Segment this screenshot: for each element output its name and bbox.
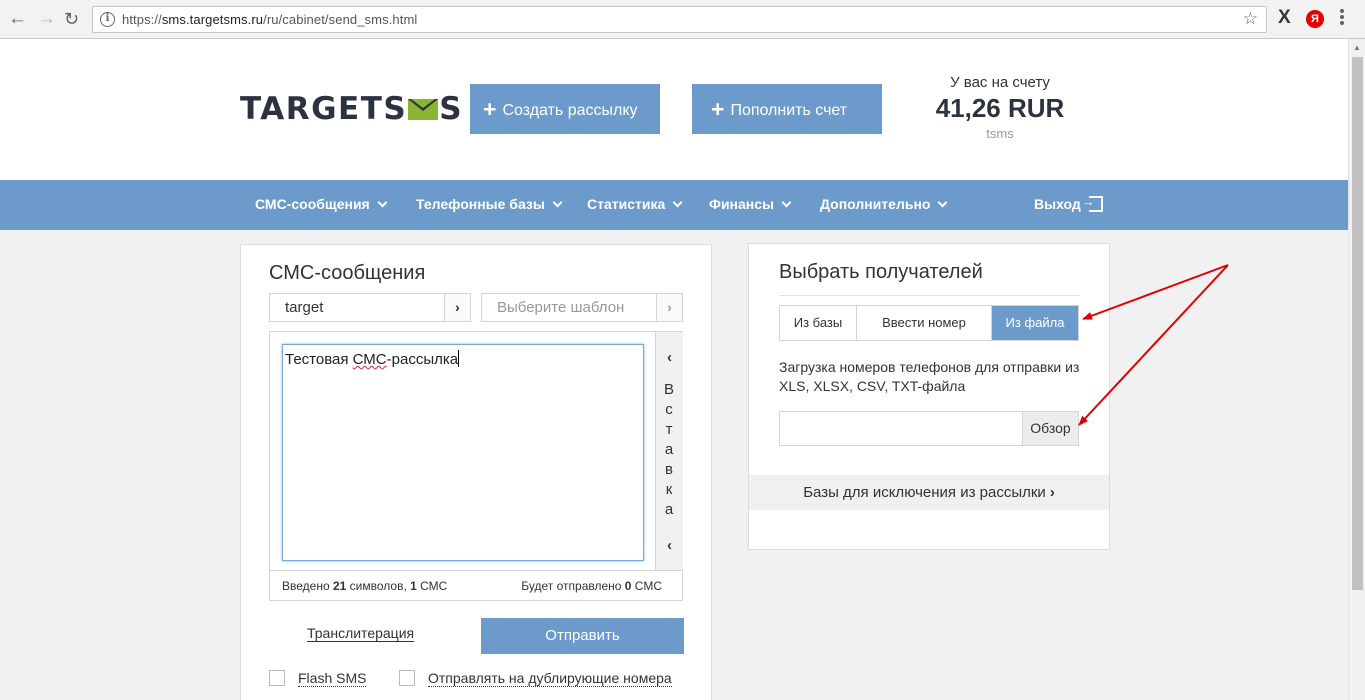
url-text[interactable]: https://sms.targetsms.ru/ru/cabinet/send… [122, 12, 417, 27]
balance-amount: 41,26 RUR [935, 93, 1065, 123]
back-icon[interactable]: ← [8, 8, 27, 30]
text-caret [458, 350, 460, 367]
divider [779, 295, 1079, 296]
file-upload-field[interactable]: Обзор [779, 411, 1079, 446]
recipient-source-tabs: Из базы Ввести номер Из файла [779, 305, 1079, 341]
sms-panel-title: СМС-сообщения [269, 262, 426, 284]
url-scheme: https:// [122, 12, 162, 27]
typed-count: Введено 21 символов, 1 СМС [282, 579, 448, 593]
will-send-count: Будет отправлено 0 СМС [521, 579, 662, 593]
yandex-extension-icon[interactable]: Я [1306, 10, 1324, 28]
insert-sidebar[interactable]: ‹ Вставка ‹ [655, 332, 683, 570]
tab-from-base[interactable]: Из базы [780, 306, 857, 340]
nav-item-statistics[interactable]: Статистика [587, 196, 683, 212]
recipients-panel-title: Выбрать получателей [779, 261, 983, 283]
site-header: TARGETS S + Создать рассылку + Пополнить сч… [0, 39, 1348, 180]
chevron-down-icon [781, 197, 792, 208]
create-mailing-button[interactable]: + Создать рассылку [470, 84, 660, 134]
plus-icon: + [483, 96, 497, 122]
url-host: sms.targetsms.ru [161, 12, 264, 27]
page-scrollbar[interactable]: ▲ [1348, 39, 1365, 700]
extension-x-icon[interactable]: X [1278, 7, 1291, 29]
scroll-up-icon[interactable]: ▲ [1353, 43, 1361, 52]
nav-item-sms[interactable]: СМС-сообщения [255, 196, 388, 212]
chevron-down-icon [552, 197, 563, 208]
url-path: /ru/cabinet/send_sms.html [263, 12, 418, 27]
main-nav: СМС-сообщения Телефонные базы Статистика… [0, 180, 1348, 230]
checkbox-box[interactable] [399, 670, 415, 686]
upload-description: Загрузка номеров телефонов для отправки … [779, 359, 1080, 394]
chevron-down-icon [938, 197, 948, 208]
message-box: Тестовая СМС-рассылка ‹ Вставка ‹ Введен… [269, 331, 683, 601]
username: tsms [986, 126, 1014, 141]
forward-icon[interactable]: → [37, 8, 56, 30]
transliteration-link[interactable]: Транслитерация [307, 625, 415, 642]
scrollbar-thumb[interactable] [1352, 57, 1363, 590]
plus-icon: + [711, 96, 725, 122]
sender-select[interactable]: target › [269, 293, 471, 322]
exclusion-bases-link[interactable]: Базы для исключения из рассылки › [749, 475, 1109, 510]
chevron-right-icon[interactable]: › [444, 294, 470, 321]
duplicates-checkbox[interactable]: Отправлять на дублирующие номера [399, 669, 672, 687]
reload-icon[interactable]: ↻ [64, 8, 79, 30]
char-counter: Введено 21 символов, 1 СМС Будет отправл… [270, 570, 682, 600]
browser-toolbar: ← → ↻ i https://sms.targetsms.ru/ru/cabi… [0, 0, 1365, 39]
message-textarea[interactable]: Тестовая СМС-рассылка [282, 344, 644, 561]
chevron-left-icon[interactable]: ‹ [656, 537, 683, 554]
tab-from-file[interactable]: Из файла [992, 306, 1078, 340]
logout-link[interactable]: Выход [1034, 194, 1103, 212]
logout-icon [1082, 194, 1103, 212]
browse-button[interactable]: Обзор [1022, 412, 1078, 445]
address-bar[interactable]: i https://sms.targetsms.ru/ru/cabinet/se… [92, 6, 1267, 33]
insert-label: Вставка [663, 381, 675, 518]
chevron-left-icon[interactable]: ‹ [656, 349, 683, 366]
flash-sms-checkbox[interactable]: Flash SMS [269, 669, 367, 687]
chevron-down-icon [377, 197, 388, 208]
targetsms-logo[interactable]: TARGETS S [240, 91, 463, 127]
send-button[interactable]: Отправить [481, 618, 684, 654]
template-select[interactable]: Выберите шаблон › [481, 293, 683, 322]
chevron-right-icon: › [1049, 484, 1055, 501]
browser-menu-icon[interactable] [1340, 9, 1344, 27]
chevron-down-icon [672, 197, 683, 208]
nav-item-additional[interactable]: Дополнительно [820, 196, 948, 212]
checkbox-box[interactable] [269, 670, 285, 686]
recipients-panel: Выбрать получателей Из базы Ввести номер… [748, 243, 1110, 550]
nav-item-phone-bases[interactable]: Телефонные базы [416, 196, 563, 212]
nav-item-finance[interactable]: Финансы [709, 196, 792, 212]
info-icon[interactable]: i [100, 12, 115, 27]
page-content: TARGETS S + Создать рассылку + Пополнить сч… [0, 39, 1348, 700]
tab-enter-number[interactable]: Ввести номер [857, 306, 992, 340]
balance-label: У вас на счету [950, 74, 1050, 91]
sms-compose-panel: СМС-сообщения target › Выберите шаблон › Т… [240, 244, 712, 700]
balance-widget: У вас на счету 41,26 RUR tsms [920, 74, 1080, 141]
chevron-right-icon[interactable]: › [656, 294, 682, 321]
top-up-button[interactable]: + Пополнить счет [692, 84, 882, 134]
bookmark-star-icon[interactable]: ☆ [1243, 9, 1258, 29]
envelope-icon [408, 99, 439, 120]
